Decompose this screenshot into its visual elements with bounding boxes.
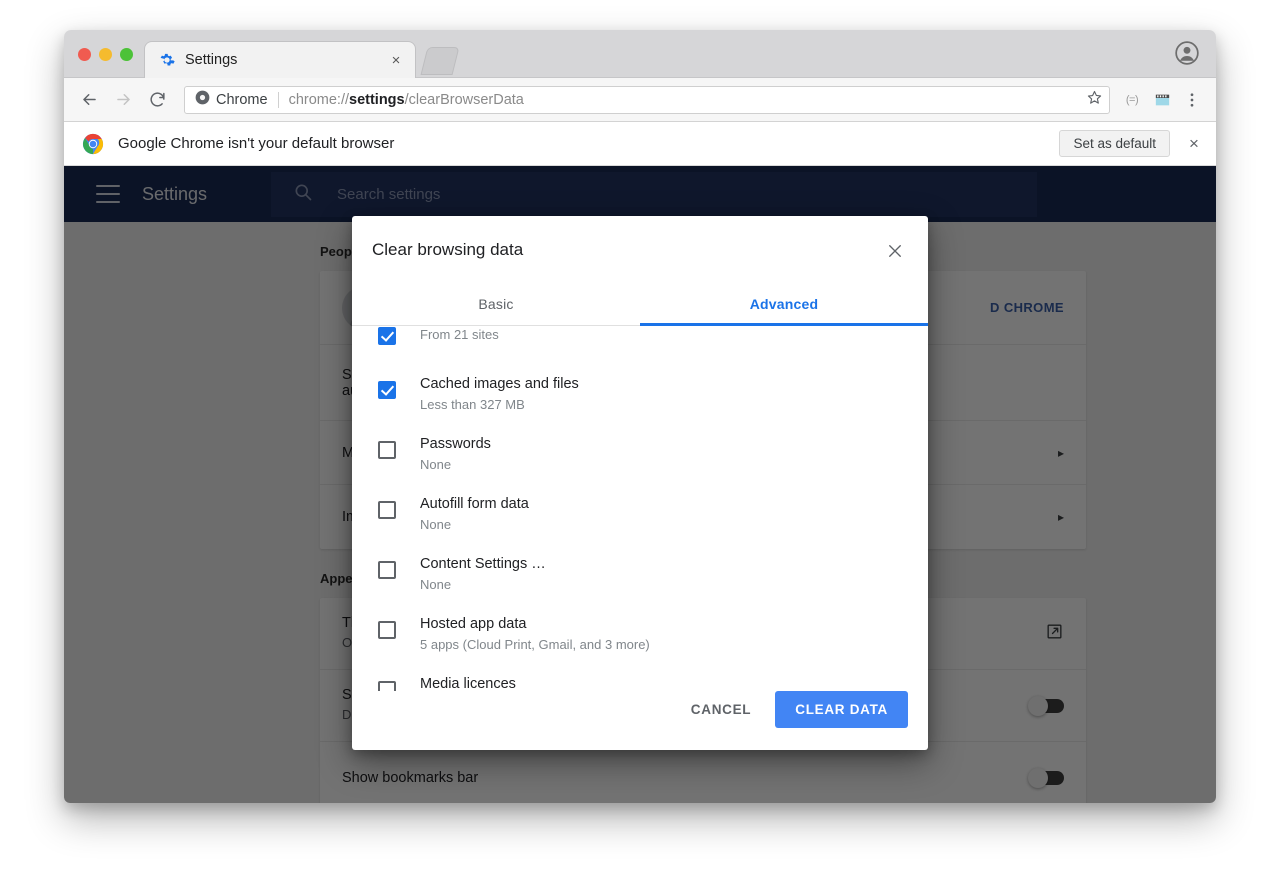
chrome-logo-icon	[82, 133, 104, 155]
maximize-window-button[interactable]	[120, 48, 133, 61]
dialog-title: Clear browsing data	[372, 240, 524, 259]
clapperboard-icon[interactable]	[1148, 86, 1176, 114]
list-item[interactable]: Hosted app data 5 apps (Cloud Print, Gma…	[372, 601, 908, 661]
clear-browsing-data-dialog: Clear browsing data Basic Advanced From …	[352, 216, 928, 750]
list-item[interactable]: From 21 sites	[372, 326, 908, 361]
option-description: None	[420, 457, 452, 472]
checkbox[interactable]	[378, 501, 396, 519]
clear-data-button[interactable]: CLEAR DATA	[775, 691, 908, 728]
list-item[interactable]: Cached images and files Less than 327 MB	[372, 361, 908, 421]
option-description: From 21 sites	[420, 327, 499, 342]
close-window-button[interactable]	[78, 48, 91, 61]
list-item[interactable]: Media licences You may lose access to pr…	[372, 661, 908, 691]
chrome-menu-button[interactable]	[1178, 86, 1206, 114]
extension-badge-icon[interactable]: (=)	[1118, 86, 1146, 114]
browser-toolbar: Chrome chrome://settings/clearBrowserDat…	[64, 78, 1216, 122]
extension-badge-label: (=)	[1125, 93, 1139, 106]
gear-icon	[159, 52, 175, 68]
close-infobar-button[interactable]: ×	[1184, 134, 1204, 154]
list-item[interactable]: Content Settings … None	[372, 541, 908, 601]
browser-tab-settings[interactable]: Settings ×	[144, 41, 416, 78]
checkbox[interactable]	[378, 327, 396, 345]
checkbox[interactable]	[378, 621, 396, 639]
option-label: Cached images and files	[420, 376, 579, 392]
url-bold: settings	[349, 91, 405, 108]
url-text: chrome://settings/clearBrowserData	[289, 92, 1086, 108]
set-as-default-button[interactable]: Set as default	[1059, 130, 1170, 157]
option-description: None	[420, 517, 452, 532]
bookmark-star-icon[interactable]	[1086, 89, 1103, 111]
avatar[interactable]	[1174, 40, 1202, 68]
checkbox[interactable]	[378, 681, 396, 691]
close-tab-button[interactable]: ×	[387, 51, 405, 69]
cancel-button[interactable]: CANCEL	[675, 692, 767, 727]
list-item[interactable]: Autofill form data None	[372, 481, 908, 541]
dialog-options-list[interactable]: From 21 sites Cached images and files Le…	[352, 326, 928, 691]
default-browser-infobar: Google Chrome isn't your default browser…	[64, 122, 1216, 166]
option-label: Hosted app data	[420, 616, 527, 632]
divider	[277, 91, 279, 108]
window-controls	[78, 48, 133, 61]
option-label: Autofill form data	[420, 496, 529, 512]
new-tab-button[interactable]	[420, 47, 460, 75]
dialog-actions: CANCEL CLEAR DATA	[352, 691, 928, 750]
list-item[interactable]: Passwords None	[372, 421, 908, 481]
url-prefix: chrome://	[288, 91, 350, 108]
address-bar[interactable]: Chrome chrome://settings/clearBrowserDat…	[184, 85, 1110, 114]
option-label: Media licences	[420, 676, 516, 691]
chrome-logo-icon	[195, 90, 216, 110]
minimize-window-button[interactable]	[99, 48, 112, 61]
infobar-message: Google Chrome isn't your default browser	[118, 135, 395, 152]
checkbox[interactable]	[378, 561, 396, 579]
url-suffix: /clearBrowserData	[404, 91, 524, 108]
option-description: 5 apps (Cloud Print, Gmail, and 3 more)	[420, 637, 650, 652]
option-label: Content Settings …	[420, 556, 546, 572]
dialog-tabs: Basic Advanced	[352, 284, 928, 326]
site-identity-chip[interactable]: Chrome	[195, 90, 268, 110]
option-description: None	[420, 577, 452, 592]
checkbox[interactable]	[378, 381, 396, 399]
option-description: Less than 327 MB	[420, 397, 525, 412]
tab-strip: Settings ×	[64, 30, 1216, 78]
security-label: Chrome	[216, 91, 268, 108]
back-button[interactable]	[74, 85, 104, 115]
dialog-header: Clear browsing data	[352, 216, 928, 264]
checkbox[interactable]	[378, 441, 396, 459]
close-dialog-button[interactable]	[882, 238, 908, 264]
tab-advanced[interactable]: Advanced	[640, 284, 928, 326]
tab-basic[interactable]: Basic	[352, 284, 640, 325]
tab-title: Settings	[185, 52, 238, 68]
option-label: Passwords	[420, 436, 491, 452]
reload-button[interactable]	[142, 85, 172, 115]
forward-button[interactable]	[108, 85, 138, 115]
